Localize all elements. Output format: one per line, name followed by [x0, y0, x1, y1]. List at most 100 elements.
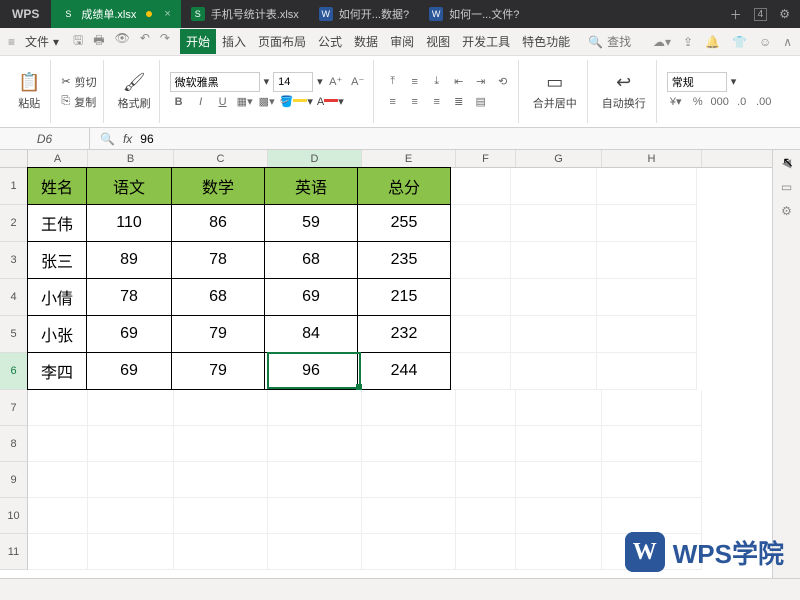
document-tab-active[interactable]: S 成绩单.xlsx ×: [51, 0, 180, 28]
align-center-icon[interactable]: ≡: [406, 93, 424, 111]
distribute-icon[interactable]: ▤: [472, 93, 490, 111]
cell[interactable]: 68: [264, 241, 358, 279]
cell[interactable]: [456, 390, 516, 426]
increase-font-icon[interactable]: A⁺: [327, 73, 345, 91]
col-header[interactable]: C: [174, 150, 268, 167]
cell[interactable]: [451, 242, 511, 279]
cell[interactable]: [28, 426, 88, 462]
row-header[interactable]: 6: [0, 353, 28, 390]
row-header[interactable]: 9: [0, 462, 28, 498]
cell[interactable]: 84: [264, 315, 358, 353]
merge-center-button[interactable]: ▭ 合并居中: [529, 70, 581, 113]
indent-increase-icon[interactable]: ⇥: [472, 73, 490, 91]
row-header[interactable]: 4: [0, 279, 28, 316]
cell[interactable]: [174, 390, 268, 426]
cell[interactable]: [456, 534, 516, 570]
row-header[interactable]: 8: [0, 426, 28, 462]
cell[interactable]: 215: [357, 278, 451, 316]
cell[interactable]: [516, 534, 602, 570]
cell[interactable]: 232: [357, 315, 451, 353]
new-tab-button[interactable]: ＋: [730, 6, 742, 23]
cell[interactable]: [516, 498, 602, 534]
bold-button[interactable]: B: [170, 93, 188, 111]
col-header[interactable]: H: [602, 150, 702, 167]
justify-icon[interactable]: ≣: [450, 93, 468, 111]
increase-decimal-icon[interactable]: .00: [755, 93, 773, 111]
tab-home[interactable]: 开始: [180, 29, 216, 54]
grid[interactable]: A B C D E F G H 1姓名语文数学英语总分2王伟1108659255…: [0, 150, 772, 578]
decrease-font-icon[interactable]: A⁻: [349, 73, 367, 91]
file-menu-button[interactable]: 文件 ▾: [17, 31, 67, 52]
underline-button[interactable]: U: [214, 93, 232, 111]
col-header[interactable]: F: [456, 150, 516, 167]
sidepanel-settings-icon[interactable]: ⚙: [781, 204, 792, 218]
align-right-icon[interactable]: ≡: [428, 93, 446, 111]
cell[interactable]: [511, 316, 597, 353]
skin-icon[interactable]: 👕: [732, 35, 747, 49]
copy-button[interactable]: 复制: [74, 94, 96, 110]
cell[interactable]: [516, 426, 602, 462]
percent-icon[interactable]: %: [689, 93, 707, 111]
cell[interactable]: [597, 279, 697, 316]
cell[interactable]: [28, 498, 88, 534]
orientation-icon[interactable]: ⟲: [494, 73, 512, 91]
cell[interactable]: [597, 316, 697, 353]
cell[interactable]: 68: [171, 278, 265, 316]
formula-input[interactable]: [140, 132, 790, 146]
row-header[interactable]: 3: [0, 242, 28, 279]
cell[interactable]: [362, 426, 456, 462]
cell[interactable]: [451, 316, 511, 353]
cell[interactable]: 110: [86, 204, 172, 242]
cell[interactable]: 王伟: [27, 204, 87, 242]
cell[interactable]: 李四: [27, 352, 87, 390]
cell[interactable]: [456, 462, 516, 498]
share-icon[interactable]: ⇪: [683, 35, 693, 49]
row-header[interactable]: 1: [0, 168, 28, 205]
document-tab[interactable]: S 手机号统计表.xlsx: [181, 0, 309, 28]
lookup-icon[interactable]: 🔍: [100, 132, 115, 146]
cell[interactable]: [597, 242, 697, 279]
tab-formula[interactable]: 公式: [312, 29, 348, 54]
border-button[interactable]: ▦▾: [236, 93, 254, 111]
cell[interactable]: [451, 205, 511, 242]
tab-review[interactable]: 审阅: [384, 29, 420, 54]
cell[interactable]: [451, 353, 511, 390]
tab-view[interactable]: 视图: [420, 29, 456, 54]
italic-button[interactable]: I: [192, 93, 210, 111]
cell[interactable]: 96: [264, 352, 358, 390]
cell[interactable]: [88, 534, 174, 570]
row-header[interactable]: 2: [0, 205, 28, 242]
cell[interactable]: 235: [357, 241, 451, 279]
cell[interactable]: 张三: [27, 241, 87, 279]
align-left-icon[interactable]: ≡: [384, 93, 402, 111]
fill-color-button[interactable]: 🪣▾: [280, 95, 313, 108]
cell[interactable]: 69: [86, 352, 172, 390]
cell[interactable]: 244: [357, 352, 451, 390]
cell[interactable]: 78: [171, 241, 265, 279]
cell[interactable]: [516, 390, 602, 426]
tab-dev[interactable]: 开发工具: [456, 29, 516, 54]
cell[interactable]: 69: [86, 315, 172, 353]
tab-insert[interactable]: 插入: [216, 29, 252, 54]
cell[interactable]: [88, 426, 174, 462]
cell[interactable]: 79: [171, 315, 265, 353]
row-header[interactable]: 10: [0, 498, 28, 534]
align-top-icon[interactable]: ⤒: [384, 73, 402, 91]
cell[interactable]: 86: [171, 204, 265, 242]
col-header[interactable]: E: [362, 150, 456, 167]
wps-logo-icon[interactable]: ⚙: [779, 7, 790, 21]
tab-special[interactable]: 特色功能: [516, 29, 576, 54]
chevron-down-icon[interactable]: ▾: [731, 75, 737, 88]
cell[interactable]: [511, 353, 597, 390]
cell[interactable]: [268, 498, 362, 534]
font-size-select[interactable]: [273, 72, 313, 92]
row-header[interactable]: 7: [0, 390, 28, 426]
cell[interactable]: [597, 353, 697, 390]
format-painter-button[interactable]: 🖌 格式刷: [114, 70, 155, 113]
select-all-corner[interactable]: [0, 150, 28, 167]
decrease-decimal-icon[interactable]: .0: [733, 93, 751, 111]
cell[interactable]: [456, 498, 516, 534]
comma-icon[interactable]: 000: [711, 93, 729, 111]
menu-icon[interactable]: ≡: [8, 35, 15, 49]
cell[interactable]: [602, 498, 702, 534]
